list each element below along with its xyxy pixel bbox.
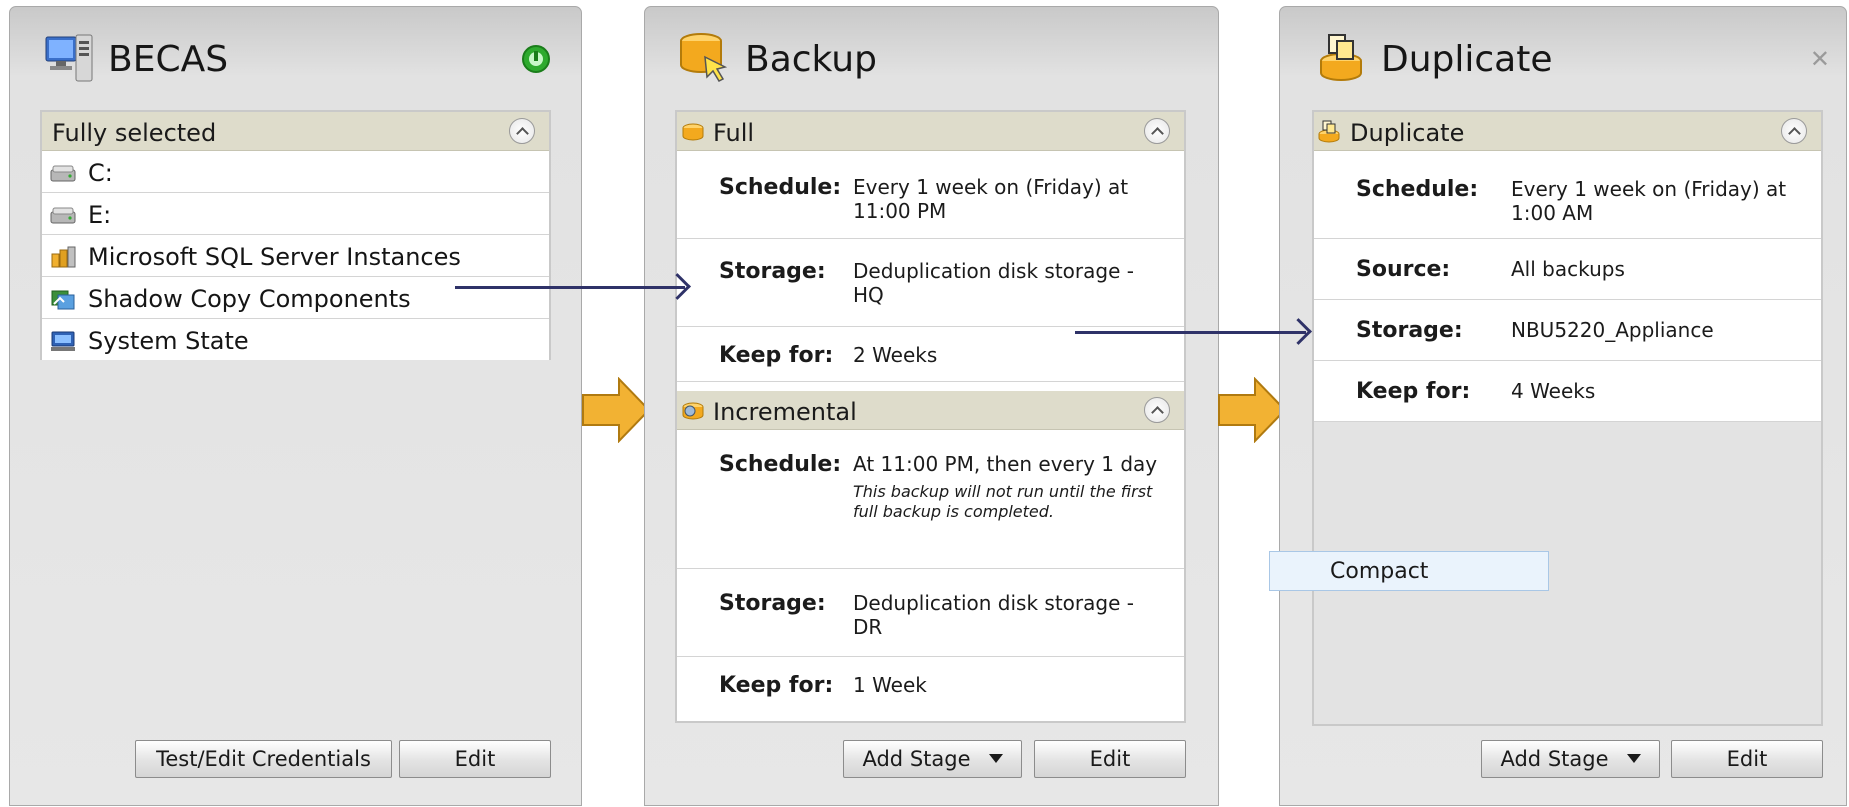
source-key: Source: — [1356, 257, 1451, 282]
list-item-label: System State — [88, 327, 249, 355]
duplicate-keep-row[interactable]: Keep for: 4 Weeks — [1314, 361, 1821, 422]
keep-value: 1 Week — [853, 673, 927, 697]
full-storage-row[interactable]: Storage: Deduplication disk storage - HQ — [677, 239, 1184, 327]
collapse-icon[interactable] — [1144, 397, 1170, 423]
chevron-down-icon — [1626, 754, 1641, 763]
list-item-e-drive[interactable]: E: — [42, 193, 549, 235]
full-schedule-row[interactable]: Schedule: Every 1 week on (Friday) at 11… — [677, 151, 1184, 239]
duplicate-section-header: Duplicate — [1314, 112, 1821, 151]
full-label: Full — [713, 119, 755, 147]
schedule-note: This backup will not run until the first… — [853, 482, 1153, 521]
edit-button[interactable]: Edit — [399, 740, 551, 778]
duplicate-title: Duplicate — [1381, 39, 1553, 80]
shadow-copy-icon — [51, 290, 75, 310]
keep-value: 4 Weeks — [1511, 379, 1596, 403]
schedule-value: Every 1 week on (Friday) at 11:00 PM — [853, 175, 1129, 223]
collapse-icon[interactable] — [509, 118, 535, 144]
add-stage-button[interactable]: Add Stage — [1481, 740, 1660, 778]
duplicate-icon — [1320, 34, 1362, 81]
list-item-c-drive[interactable]: C: — [42, 151, 549, 193]
keep-key: Keep for: — [1356, 379, 1471, 404]
stage-arrow-icon — [582, 377, 651, 443]
list-item-label: Shadow Copy Components — [88, 285, 411, 313]
status-online-icon — [522, 45, 550, 73]
schedule-value: Every 1 week on (Friday) at 1:00 AM — [1511, 177, 1787, 225]
keep-value: 2 Weeks — [853, 343, 938, 367]
keep-key: Keep for: — [719, 673, 834, 698]
storage-value: NBU5220_Appliance — [1511, 318, 1714, 342]
system-state-icon — [51, 331, 75, 351]
connector-arrow — [1075, 331, 1306, 334]
incremental-storage-row[interactable]: Storage: Deduplication disk storage - DR — [677, 569, 1184, 657]
storage-key: Storage: — [719, 591, 826, 616]
list-item-label: E: — [88, 201, 112, 229]
sql-server-icon — [51, 246, 76, 268]
incremental-backup-icon — [682, 402, 704, 420]
backup-stages: Full Schedule: Every 1 week on (Friday) … — [675, 110, 1186, 723]
duplicate-stage: Duplicate Schedule: Every 1 week on (Fri… — [1312, 110, 1823, 726]
server-icon — [45, 34, 93, 82]
add-stage-button[interactable]: Add Stage — [843, 740, 1022, 778]
edit-button[interactable]: Edit — [1034, 740, 1186, 778]
test-edit-credentials-button[interactable]: Test/Edit Credentials — [135, 740, 392, 778]
list-item-shadow-copy[interactable]: Shadow Copy Components — [42, 277, 549, 319]
list-item-sql-server[interactable]: Microsoft SQL Server Instances — [42, 235, 549, 277]
selection-header: Fully selected — [42, 112, 549, 151]
becas-header: BECAS — [10, 7, 581, 107]
duplicate-small-icon — [1318, 120, 1340, 143]
incremental-label: Incremental — [713, 398, 857, 426]
incremental-section-header: Incremental — [677, 391, 1184, 430]
close-icon[interactable]: ✕ — [1810, 45, 1830, 73]
becas-panel: BECAS Fully selected C: E: Microsoft SQL… — [9, 6, 582, 806]
keep-key: Keep for: — [719, 343, 834, 368]
schedule-key: Schedule: — [719, 452, 842, 477]
backup-header: Backup — [645, 7, 1218, 107]
schedule-text: At 11:00 PM, then every 1 day — [853, 452, 1158, 476]
storage-value: Deduplication disk storage - HQ — [853, 259, 1134, 307]
duplicate-panel: Duplicate ✕ Duplicate Schedule: Every 1 … — [1279, 6, 1847, 806]
drive-icon — [50, 207, 76, 224]
schedule-value: At 11:00 PM, then every 1 day This backu… — [853, 452, 1164, 522]
list-item-system-state[interactable]: System State — [42, 319, 549, 360]
duplicate-header: Duplicate ✕ — [1280, 7, 1846, 107]
duplicate-source-row[interactable]: Source: All backups — [1314, 239, 1821, 300]
duplicate-storage-row[interactable]: Storage: NBU5220_Appliance — [1314, 300, 1821, 361]
selection-label: Fully selected — [52, 119, 217, 147]
storage-key: Storage: — [1356, 318, 1463, 343]
becas-title: BECAS — [108, 39, 229, 80]
full-section-header: Full — [677, 112, 1184, 151]
edit-button[interactable]: Edit — [1671, 740, 1823, 778]
storage-value: Deduplication disk storage - DR — [853, 591, 1134, 639]
chevron-down-icon — [988, 754, 1003, 763]
compact-tooltip[interactable]: Compact — [1269, 551, 1549, 591]
compact-label: Compact — [1330, 559, 1429, 584]
duplicate-schedule-row[interactable]: Schedule: Every 1 week on (Friday) at 1:… — [1314, 151, 1821, 239]
storage-key: Storage: — [719, 259, 826, 284]
full-backup-icon — [682, 123, 704, 141]
stage-arrow-icon — [1218, 377, 1287, 443]
add-stage-label: Add Stage — [1500, 747, 1609, 771]
collapse-icon[interactable] — [1781, 118, 1807, 144]
list-item-label: Microsoft SQL Server Instances — [88, 243, 461, 271]
schedule-key: Schedule: — [1356, 177, 1479, 202]
backup-title: Backup — [745, 39, 877, 80]
selection-list: Fully selected C: E: Microsoft SQL Serve… — [40, 110, 551, 360]
full-keep-row[interactable]: Keep for: 2 Weeks — [677, 327, 1184, 382]
source-value: All backups — [1511, 257, 1625, 281]
add-stage-label: Add Stage — [862, 747, 971, 771]
incremental-schedule-row[interactable]: Schedule: At 11:00 PM, then every 1 day … — [677, 430, 1184, 569]
drive-icon — [50, 165, 76, 182]
list-item-label: C: — [88, 159, 113, 187]
incremental-keep-row[interactable]: Keep for: 1 Week — [677, 657, 1184, 721]
backup-panel: Backup Full Schedule: Every 1 week on (F… — [644, 6, 1219, 806]
connector-arrow — [455, 286, 685, 289]
collapse-icon[interactable] — [1144, 118, 1170, 144]
backup-icon — [680, 33, 728, 82]
schedule-key: Schedule: — [719, 175, 842, 200]
duplicate-section-label: Duplicate — [1350, 119, 1465, 147]
